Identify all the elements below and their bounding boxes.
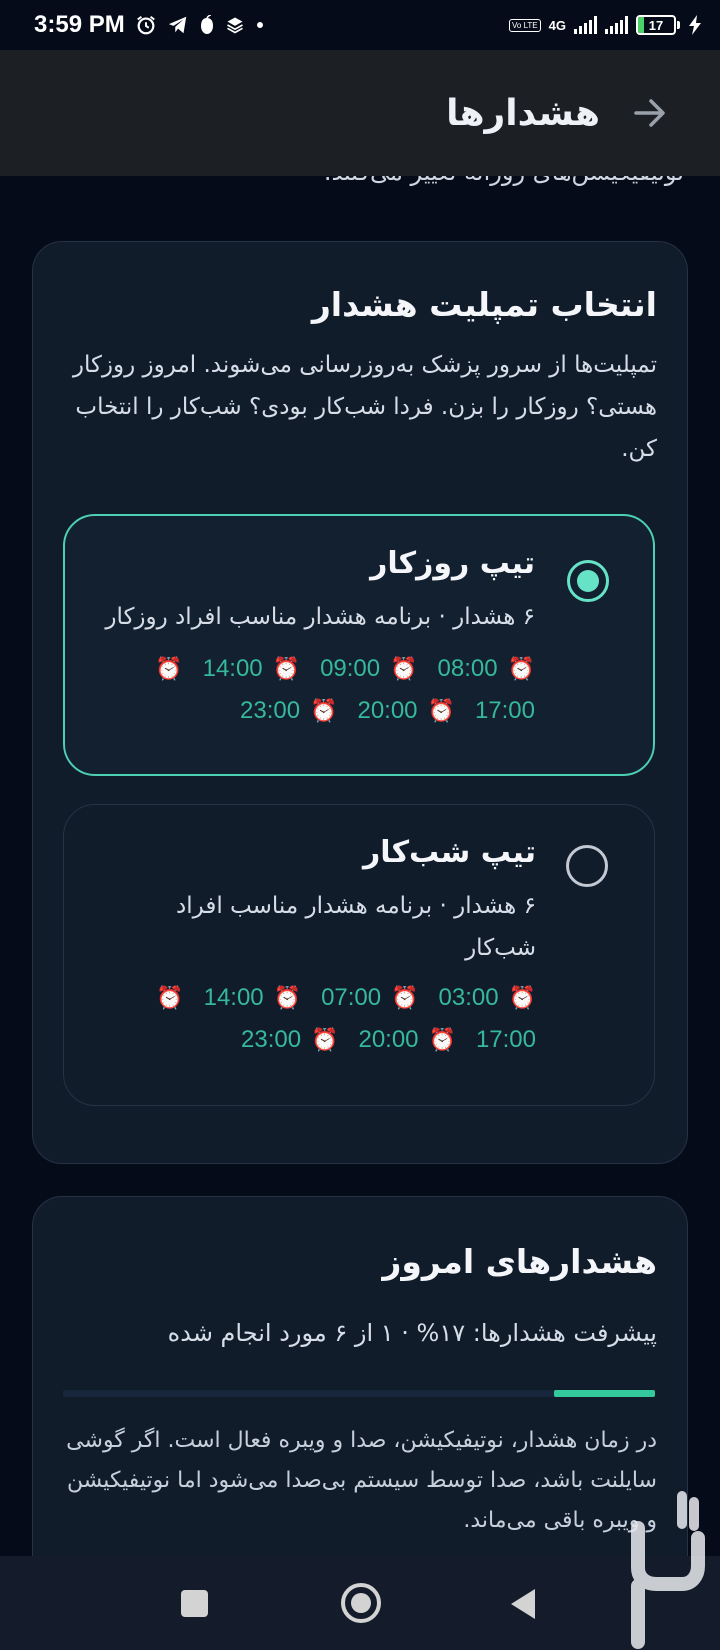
radio-unselected[interactable]	[566, 845, 608, 887]
signal-icon	[574, 16, 597, 34]
volte-icon: Vo LTE	[509, 18, 541, 32]
alarm-clock-icon: ⏰	[310, 698, 338, 724]
alarm-time: 14:00	[203, 984, 264, 1011]
app-bar: هشدارها	[0, 50, 720, 176]
template-option-night[interactable]: تیپ شب‌کار ۶ هشدار · برنامه هشدار مناسب …	[63, 804, 655, 1106]
alarm-clock-icon: ⏰	[428, 1027, 456, 1053]
charging-icon	[688, 15, 702, 35]
alarm-time: 08:00	[437, 655, 498, 682]
alarm-time: 23:00	[240, 697, 301, 724]
alarm-clock-icon: ⏰	[427, 698, 455, 724]
radio-selected[interactable]	[567, 560, 609, 602]
battery-icon: 17	[636, 15, 680, 35]
template-card: انتخاب تمپلیت هشدار تمپلیت‌ها از سرور پز…	[32, 241, 688, 1164]
option-subtitle: ۶ هشدار · برنامه هشدار مناسب افراد شب‌کا…	[176, 893, 536, 961]
circle-icon[interactable]	[341, 1583, 381, 1623]
notification-icon	[199, 15, 215, 35]
network-label: 4G	[548, 17, 566, 33]
dot-icon	[255, 20, 265, 30]
progress-text: پیشرفت هشدارها: ۱۷% · ۱ از ۶ مورد انجام …	[167, 1319, 657, 1347]
alarm-time: 17:00	[474, 697, 535, 724]
layers-icon	[225, 15, 245, 35]
alarm-time: 09:00	[320, 655, 381, 682]
template-card-title: انتخاب تمپلیت هشدار	[311, 285, 657, 324]
alarm-times: ⏰ 03:00 ⏰ 07:00 ⏰ 14:00 ⏰ 17:00 ⏰ 20:00 ⏰ 23:…	[116, 977, 536, 1061]
today-card-title: هشدارهای امروز	[382, 1242, 657, 1281]
alarm-clock-icon: ⏰	[273, 985, 302, 1011]
alarm-clock-icon: ⏰	[507, 656, 535, 682]
alarm-clock-icon: ⏰	[508, 985, 536, 1011]
alarm-clock-icon: ⏰	[391, 985, 419, 1011]
alarm-clock-icon: ⏰	[156, 985, 184, 1011]
option-title: تیپ شب‌کار	[363, 835, 536, 870]
page-title: هشدارها	[446, 92, 600, 134]
alarm-time: 03:00	[438, 984, 499, 1011]
status-bar: 3:59 PM Vo LTE 4G 17	[0, 0, 720, 50]
progress-fill	[554, 1390, 655, 1397]
alarm-time: 07:00	[321, 984, 382, 1011]
alarm-time: 23:00	[241, 1026, 302, 1053]
alarm-icon	[135, 14, 157, 36]
alarm-time: 17:00	[475, 1026, 536, 1053]
square-icon[interactable]	[181, 1590, 208, 1617]
progress-bar	[63, 1390, 655, 1397]
alarm-clock-icon: ⏰	[272, 656, 301, 682]
alarm-time: 14:00	[202, 655, 263, 682]
alarm-clock-icon: ⏰	[311, 1027, 339, 1053]
template-option-day[interactable]: تیپ روزکار ۶ هشدار · برنامه هشدار مناسب …	[63, 514, 655, 776]
alarm-times: ⏰ 08:00 ⏰ 09:00 ⏰ 14:00 ⏰ 17:00 ⏰ 20:00 ⏰ 23:…	[115, 648, 535, 732]
alarm-time: 20:00	[358, 1026, 419, 1053]
telegram-icon	[167, 14, 189, 36]
alarm-time: 20:00	[357, 697, 418, 724]
alarm-note: در زمان هشدار، نوتیفیکیشن، صدا و ویبره ف…	[66, 1428, 657, 1533]
option-title: تیپ روزکار	[370, 546, 535, 581]
arrow-right-icon[interactable]	[630, 93, 670, 133]
signal-icon-2	[605, 16, 628, 34]
alarm-clock-icon: ⏰	[390, 656, 418, 682]
option-subtitle: ۶ هشدار · برنامه هشدار مناسب افراد روزکا…	[105, 604, 535, 630]
triangle-back-icon[interactable]	[508, 1587, 538, 1621]
template-card-description: تمپلیت‌ها از سرور پزشک به‌روزرسانی می‌شو…	[72, 352, 657, 462]
alarm-clock-icon: ⏰	[155, 656, 183, 682]
status-time: 3:59 PM	[34, 11, 125, 38]
app-store-logo	[631, 1491, 705, 1649]
